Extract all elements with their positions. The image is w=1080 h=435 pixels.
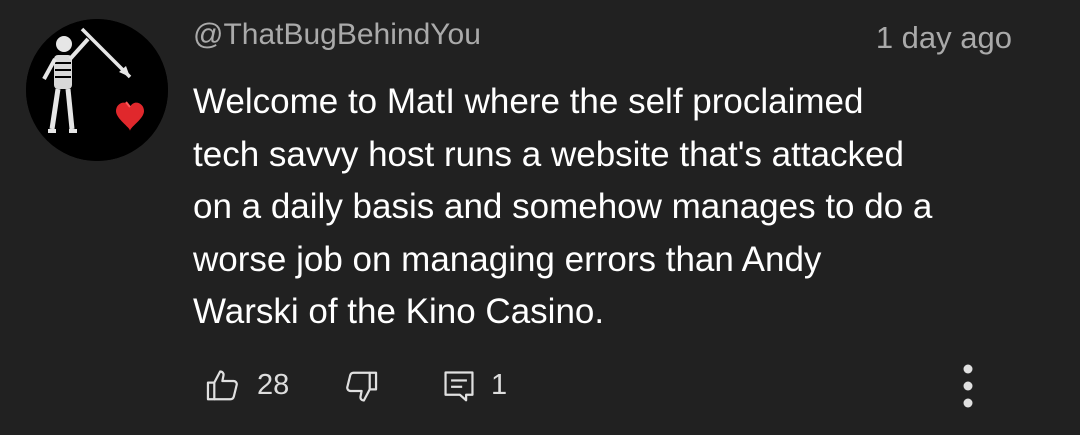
more-options-button[interactable]	[948, 360, 988, 412]
more-vertical-icon	[963, 364, 973, 408]
like-button[interactable]	[203, 365, 243, 405]
thumbs-down-icon	[346, 371, 378, 402]
comment-card: @ThatBugBehindYou 1 day ago Welcome to M…	[0, 0, 1080, 435]
comment-text-line: worse job on managing errors than Andy	[193, 239, 822, 279]
comment-text-line: tech savvy host runs a website that's at…	[193, 134, 904, 174]
comment-text-line: Welcome to MatI where the self proclaime…	[193, 82, 864, 121]
comment-timestamp: 1 day ago	[875, 20, 1012, 55]
thumbs-up-icon	[206, 370, 238, 401]
comment-author[interactable]: @ThatBugBehindYou	[193, 18, 481, 52]
reply-button[interactable]	[439, 366, 479, 406]
comment-text-line: on a daily basis and somehow manages to …	[193, 187, 933, 227]
skeleton-heart-avatar-icon	[26, 19, 168, 161]
comment-icon	[444, 371, 474, 402]
avatar[interactable]	[26, 19, 168, 161]
comment-actions: 28 1	[0, 360, 1080, 412]
reply-count: 1	[491, 369, 508, 401]
dislike-button[interactable]	[341, 367, 381, 407]
comment-text-line: Warski of the Kino Casino.	[193, 292, 605, 332]
like-count: 28	[257, 369, 290, 401]
comment-text: Welcome to MatI where the self proclaime…	[193, 76, 1033, 339]
